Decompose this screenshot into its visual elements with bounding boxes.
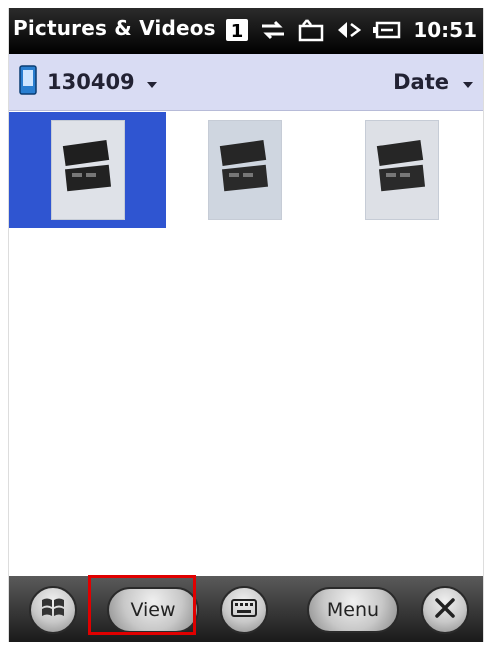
photo-thumbnail [50, 120, 125, 220]
softkey-bar: View Menu [9, 576, 483, 642]
photo-thumbnail [207, 120, 282, 220]
svg-text:1: 1 [231, 21, 244, 42]
battery-icon[interactable] [371, 18, 401, 42]
menu-button-label: Menu [326, 599, 380, 621]
folder-label: 130409 [47, 70, 135, 94]
title-bar: Pictures & Videos 1 10:51 [9, 8, 483, 54]
thumbnail-item[interactable] [166, 112, 323, 228]
view-button-label: View [130, 599, 176, 621]
close-button[interactable] [421, 586, 469, 634]
filter-bar: 130409 Date [9, 54, 483, 111]
status-icons: 1 10:51 [225, 14, 477, 46]
close-icon [432, 595, 458, 625]
sort-label: Date [393, 70, 449, 94]
clock: 10:51 [413, 18, 477, 42]
start-button[interactable] [29, 586, 77, 634]
device-screen: Pictures & Videos 1 10:51 130409 Date Vi… [0, 0, 488, 645]
app-window: Pictures & Videos 1 10:51 130409 Date Vi… [8, 8, 484, 642]
device-icon [19, 65, 37, 99]
windows-start-icon [39, 594, 67, 626]
sort-dropdown[interactable]: Date [393, 66, 475, 98]
volume-icon[interactable] [335, 18, 362, 42]
thumbnail-grid [9, 112, 483, 228]
app-title: Pictures & Videos [13, 16, 216, 40]
folder-dropdown[interactable]: 130409 [19, 65, 159, 99]
notification-1-icon[interactable]: 1 [225, 18, 249, 42]
keyboard-icon [230, 597, 258, 623]
message-icon[interactable] [297, 18, 325, 42]
chevron-down-icon [461, 75, 475, 89]
thumbnail-item[interactable] [9, 112, 166, 228]
menu-button[interactable]: Menu [307, 587, 399, 633]
view-button[interactable]: View [107, 587, 199, 633]
chevron-down-icon [145, 75, 159, 89]
keyboard-button[interactable] [220, 586, 268, 634]
photo-thumbnail [364, 120, 439, 220]
connectivity-icon[interactable] [259, 18, 287, 42]
thumbnail-item[interactable] [323, 112, 480, 228]
